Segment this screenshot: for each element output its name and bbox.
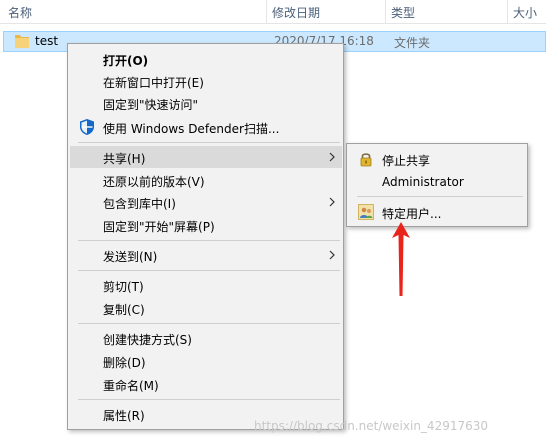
folder-icon <box>15 35 29 48</box>
menu-item-label: 包含到库中(I) <box>103 197 176 211</box>
menu-item-include-in-library[interactable]: 包含到库中(I) <box>70 191 342 213</box>
share-submenu: 停止共享 Administrator 特定用户... <box>346 143 528 227</box>
column-divider[interactable] <box>507 0 508 24</box>
menu-item-label: 创建快捷方式(S) <box>103 333 192 347</box>
column-size[interactable]: 大小 <box>513 4 537 21</box>
menu-item-cut[interactable]: 剪切(T) <box>70 274 342 296</box>
menu-separator <box>78 323 340 324</box>
menu-item-label: 发送到(N) <box>103 250 158 264</box>
column-divider[interactable] <box>266 0 267 24</box>
menu-separator <box>78 270 340 271</box>
windows-defender-shield-icon <box>80 119 94 135</box>
annotation-arrow-icon <box>392 222 410 296</box>
submenu-item-label: Administrator <box>382 175 464 189</box>
menu-item-defender-scan[interactable]: 使用 Windows Defender扫描... <box>70 116 342 138</box>
menu-item-open[interactable]: 打开(O) <box>70 48 342 70</box>
menu-item-rename[interactable]: 重命名(M) <box>70 373 342 395</box>
column-name[interactable]: 名称 <box>8 4 32 21</box>
menu-separator <box>78 142 340 143</box>
menu-item-label: 共享(H) <box>103 152 146 166</box>
column-divider[interactable] <box>385 0 386 24</box>
file-name: test <box>35 34 59 48</box>
menu-item-label: 复制(C) <box>103 303 145 317</box>
context-menu: 打开(O) 在新窗口中打开(E) 固定到"快速访问" 使用 Windows De… <box>67 43 344 430</box>
menu-separator <box>78 399 340 400</box>
menu-item-send-to[interactable]: 发送到(N) <box>70 244 342 266</box>
menu-item-label: 固定到"开始"屏幕(P) <box>103 220 215 234</box>
menu-item-share[interactable]: 共享(H) <box>70 146 342 168</box>
lock-icon <box>360 153 372 167</box>
menu-item-label: 剪切(T) <box>103 280 144 294</box>
menu-item-label: 在新窗口中打开(E) <box>103 76 204 90</box>
submenu-item-stop-sharing[interactable]: 停止共享 <box>349 148 525 170</box>
menu-item-label: 打开(O) <box>103 54 149 68</box>
column-header: 名称 修改日期 类型 大小 <box>0 0 546 24</box>
menu-item-label: 属性(R) <box>103 409 145 423</box>
column-date-modified[interactable]: 修改日期 <box>272 4 320 21</box>
file-type: 文件夹 <box>394 36 431 50</box>
submenu-item-label: 特定用户... <box>382 207 442 221</box>
menu-item-delete[interactable]: 删除(D) <box>70 350 342 372</box>
menu-item-copy[interactable]: 复制(C) <box>70 297 342 319</box>
menu-item-label: 重命名(M) <box>103 379 159 393</box>
menu-item-label: 还原以前的版本(V) <box>103 175 205 189</box>
chevron-right-icon <box>329 197 335 207</box>
chevron-right-icon <box>329 250 335 260</box>
menu-item-restore-versions[interactable]: 还原以前的版本(V) <box>70 169 342 191</box>
menu-separator <box>78 240 340 241</box>
menu-item-create-shortcut[interactable]: 创建快捷方式(S) <box>70 327 342 349</box>
submenu-item-label: 停止共享 <box>382 154 431 168</box>
users-icon <box>358 204 374 220</box>
menu-item-label: 使用 Windows Defender扫描... <box>103 122 280 136</box>
submenu-separator <box>357 196 523 197</box>
watermark: https://blog.csdn.net/weixin_42917630 <box>254 419 489 433</box>
column-type[interactable]: 类型 <box>391 4 415 21</box>
submenu-item-administrator[interactable]: Administrator <box>349 171 525 193</box>
chevron-right-icon <box>329 152 335 162</box>
menu-item-label: 固定到"快速访问" <box>103 98 199 112</box>
menu-item-label: 删除(D) <box>103 356 146 370</box>
submenu-item-specific-people[interactable]: 特定用户... <box>349 201 525 223</box>
menu-item-pin-quick-access[interactable]: 固定到"快速访问" <box>70 92 342 114</box>
menu-item-pin-start[interactable]: 固定到"开始"屏幕(P) <box>70 214 342 236</box>
menu-item-open-new-window[interactable]: 在新窗口中打开(E) <box>70 70 342 92</box>
